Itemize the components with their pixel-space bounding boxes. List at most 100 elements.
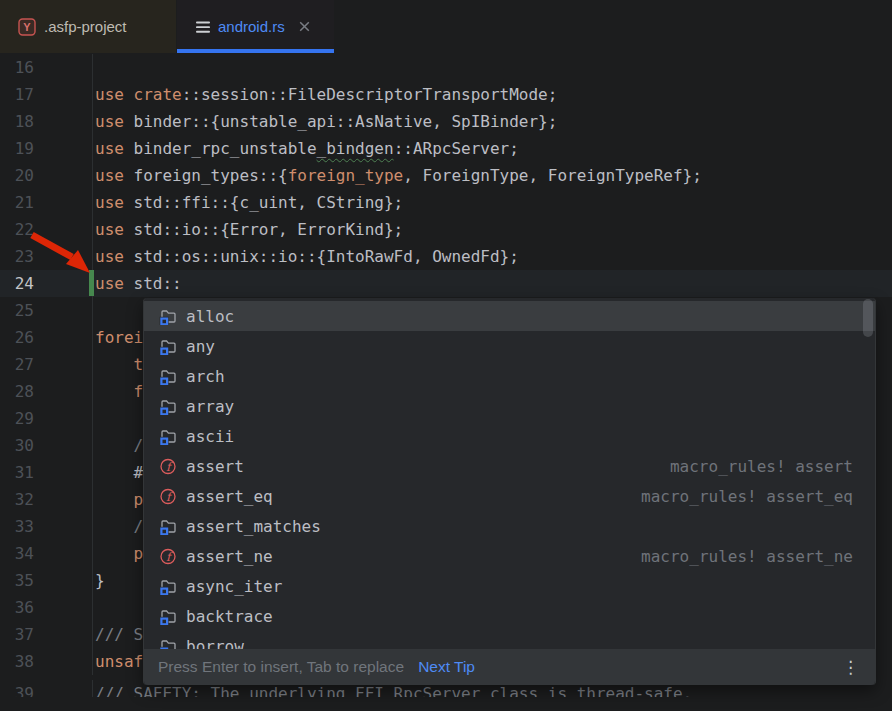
completion-item-detail: macro_rules! assert (670, 457, 875, 476)
tab-asfp-project[interactable]: Y .asfp-project (0, 0, 176, 53)
gutter-18[interactable]: 18 (0, 108, 93, 135)
line-number-36: 36 (0, 594, 34, 621)
line-number-35: 35 (0, 567, 34, 594)
gutter-27[interactable]: 27 (0, 351, 93, 378)
completion-item-label: any (186, 337, 215, 356)
gutter-29[interactable]: 29 (0, 405, 93, 432)
code-line-21[interactable]: 21 use std::ffi::{c_uint, CString}; (0, 189, 892, 216)
gutter-38[interactable]: 38 (0, 648, 93, 675)
tab-android-rs[interactable]: android.rs (177, 0, 334, 53)
code-line-17[interactable]: 17 use crate::session::FileDescriptorTran… (0, 81, 892, 108)
gutter-25[interactable]: 25 (0, 297, 93, 324)
code-text-19: use binder_rpc_unstable_bindgen::ARpcSer… (93, 135, 519, 162)
gutter-36[interactable]: 36 (0, 594, 93, 621)
module-icon (159, 577, 177, 595)
next-tip-link[interactable]: Next Tip (418, 658, 475, 676)
completion-item-arch[interactable]: arch (144, 361, 875, 391)
gutter-35[interactable]: 35 (0, 567, 93, 594)
completion-item-assert_matches[interactable]: assert_matches (144, 511, 875, 541)
code-text-29 (93, 405, 95, 432)
more-options-icon[interactable]: ⋮ (842, 657, 859, 678)
gutter-30[interactable]: 30 (0, 432, 93, 459)
completion-item-label: alloc (186, 307, 234, 326)
completion-item-assert_ne[interactable]: f assert_nemacro_rules! assert_ne (144, 541, 875, 571)
completion-item-backtrace[interactable]: backtrace (144, 601, 875, 631)
yaml-file-icon: Y (18, 18, 36, 36)
code-line-23[interactable]: 23use std::os::unix::io::{IntoRawFd, Own… (0, 243, 892, 270)
code-line-20[interactable]: 20 use foreign_types::{foreign_type, Fore… (0, 162, 892, 189)
completion-item-assert[interactable]: f assert macro_rules! assert (144, 451, 875, 481)
gutter-17[interactable]: 17 (0, 81, 93, 108)
line-number-20: 20 (0, 162, 34, 189)
line-number-38: 38 (0, 648, 34, 675)
gutter-34[interactable]: 34 (0, 540, 93, 567)
completion-hint-text: Press Enter to insert, Tab to replace (158, 658, 404, 676)
completion-item-label: ascii (186, 427, 234, 446)
completion-item-label: assert_matches (186, 517, 321, 536)
completion-item-label: assert (186, 457, 244, 476)
popup-scrollbar-thumb[interactable] (863, 299, 873, 337)
module-icon (159, 367, 177, 385)
gutter-31[interactable]: 31 (0, 459, 93, 486)
completion-item-ascii[interactable]: ascii (144, 421, 875, 451)
completion-item-detail: macro_rules! assert_eq (641, 487, 875, 506)
gutter-37[interactable]: 37 (0, 621, 93, 648)
line-number-32: 32 (0, 486, 34, 513)
code-line-22[interactable]: 22use std::io::{Error, ErrorKind}; (0, 216, 892, 243)
line-number-26: 26 (0, 324, 34, 351)
completion-item-any[interactable]: any (144, 331, 875, 361)
line-number-17: 17 (0, 81, 34, 108)
line-number-21: 21 (0, 189, 34, 216)
gutter-32[interactable]: 32 (0, 486, 93, 513)
completion-item-assert_eq[interactable]: f assert_eq macro_rules! assert_eq (144, 481, 875, 511)
macro-icon: f (159, 457, 177, 475)
code-text-24: use std:: (93, 270, 182, 297)
gutter-33[interactable]: 33 (0, 513, 93, 540)
code-text-26: forei (93, 324, 143, 351)
code-line-19[interactable]: 19 use binder_rpc_unstable_bindgen::ARpcS… (0, 135, 892, 162)
code-text-18: use binder::{unstable_api::AsNative, SpI… (93, 108, 557, 135)
gutter-26[interactable]: 26 (0, 324, 93, 351)
completion-item-label: async_iter (186, 577, 282, 596)
code-text-22: use std::io::{Error, ErrorKind}; (93, 216, 403, 243)
module-icon (159, 517, 177, 535)
code-text-21: use std::ffi::{c_uint, CString}; (93, 189, 403, 216)
line-number-27: 27 (0, 351, 34, 378)
code-text-25 (93, 297, 95, 324)
line-number-33: 33 (0, 513, 34, 540)
code-text-17: use crate::session::FileDescriptorTransp… (93, 81, 557, 108)
completion-item-label: assert_eq (186, 487, 273, 506)
svg-text:Y: Y (23, 21, 31, 33)
module-icon (159, 607, 177, 625)
completion-item-alloc[interactable]: alloc (144, 301, 875, 331)
gutter-19[interactable]: 19 (0, 135, 93, 162)
completion-item-async_iter[interactable]: async_iter (144, 571, 875, 601)
line-number-37: 37 (0, 621, 34, 648)
gutter-28[interactable]: 28 (0, 378, 93, 405)
completion-footer: Press Enter to insert, Tab to replace Ne… (144, 649, 875, 685)
tab-file-label: android.rs (218, 18, 285, 35)
completion-list: alloc any arch array ascii f assert macro… (144, 298, 875, 685)
macro-icon: f (159, 487, 177, 505)
code-line-18[interactable]: 18use binder::{unstable_api::AsNative, S… (0, 108, 892, 135)
code-line-24[interactable]: 24use std:: (0, 270, 892, 297)
gutter-20[interactable]: 20 (0, 162, 93, 189)
line-number-31: 31 (0, 459, 34, 486)
module-icon (159, 307, 177, 325)
tab-project-label: .asfp-project (44, 18, 127, 35)
code-text-38: unsaf (93, 648, 143, 675)
gutter-21[interactable]: 21 (0, 189, 93, 216)
code-text-27: t (93, 351, 143, 378)
completion-item-label: array (186, 397, 234, 416)
gutter-16[interactable]: 16 (0, 54, 93, 81)
code-text-20: use foreign_types::{foreign_type, Foreig… (93, 162, 702, 189)
line-number-19: 19 (0, 135, 34, 162)
tab-close-icon[interactable] (298, 20, 312, 34)
code-text-34: p (93, 540, 143, 567)
completion-item-array[interactable]: array (144, 391, 875, 421)
line-number-25: 25 (0, 297, 34, 324)
line-number-16: 16 (0, 54, 34, 81)
gutter-39[interactable]: 39 (0, 680, 93, 697)
code-text-23: use std::os::unix::io::{IntoRawFd, Owned… (93, 243, 519, 270)
code-line-16[interactable]: 16 (0, 54, 892, 81)
